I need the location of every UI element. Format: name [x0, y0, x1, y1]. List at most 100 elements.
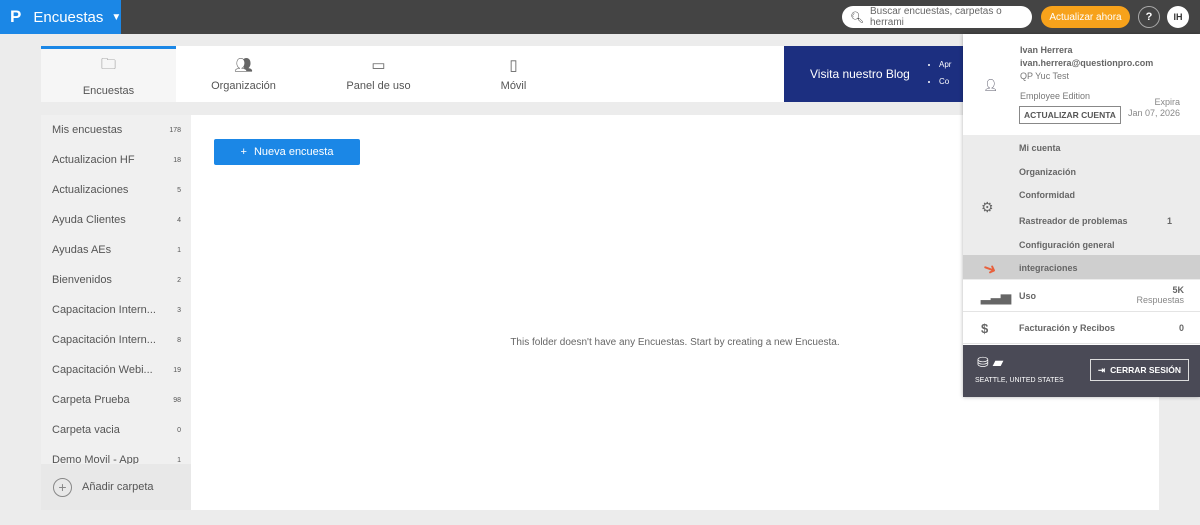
gears-icon: ⚙: [981, 199, 994, 215]
logout-label: CERRAR SESIÓN: [1110, 365, 1181, 375]
blog-banner[interactable]: Visita nuestro Blog Apr Co: [784, 46, 964, 102]
sidebar-folder-item[interactable]: Ayuda Clientes 4: [41, 205, 191, 235]
expiry-date: Jan 07, 2026: [1127, 108, 1180, 118]
account-dropdown: 👤︎ Ivan Herrera ivan.herrera@questionpro…: [963, 34, 1200, 397]
sidebar-folder-item[interactable]: Actualizacion HF 18: [41, 145, 191, 175]
folder-sidebar: Mis encuestas 178 Actualizacion HF 18 Actual…: [41, 115, 191, 510]
sidebar-folder-item[interactable]: Carpeta Prueba 98: [41, 385, 191, 415]
tab-organizacion[interactable]: 👥︎ Organización: [176, 46, 311, 102]
folder-count: 3: [177, 306, 181, 314]
folder-count: 18: [173, 156, 181, 164]
search-icon: 🔍︎: [850, 11, 864, 24]
tab-label: Encuestas: [82, 85, 135, 97]
logo: P: [10, 7, 22, 26]
folder-count: 2: [177, 276, 181, 284]
menu-item-setting[interactable]: Conformidad: [1019, 190, 1189, 200]
folder-count: 4: [177, 216, 181, 224]
blog-title: Visita nuestro Blog: [810, 67, 910, 81]
sidebar-folder-item[interactable]: Capacitación Webi... 19: [41, 355, 191, 385]
setting-count: 1: [1166, 216, 1172, 226]
folder-label: Actualizacion HF: [52, 154, 135, 166]
sidebar-folder-item[interactable]: Bienvenidos 2: [41, 265, 191, 295]
logout-button[interactable]: ⇥ CERRAR SESIÓN: [1090, 359, 1189, 381]
edition: Employee Edition: [1020, 91, 1091, 101]
folder-label: Carpeta vacia: [52, 424, 120, 436]
folder-count: 5: [177, 186, 181, 194]
signal-bars-icon: ▂▃▅: [981, 289, 1011, 304]
tab-label: Panel de uso: [346, 80, 411, 92]
setting-label: Organización: [1019, 167, 1077, 177]
add-folder-label: Añadir carpeta: [82, 481, 154, 493]
user-email: ivan.herrera@questionpro.com: [1020, 58, 1154, 68]
menu-item-setting[interactable]: Configuración general: [1019, 240, 1189, 250]
sidebar-folder-item[interactable]: Actualizaciones 5: [41, 175, 191, 205]
menu-item-setting[interactable]: Rastreador de problemas 1: [1019, 216, 1189, 226]
user-name: Ivan Herrera: [1020, 45, 1073, 55]
menu-item-setting[interactable]: Mi cuenta: [1019, 143, 1189, 153]
help-button[interactable]: ?: [1138, 6, 1160, 28]
folder-count: 98: [173, 396, 181, 404]
setting-label: Rastreador de problemas: [1019, 216, 1128, 226]
menu-item-facturacion[interactable]: $ Facturación y Recibos 0: [963, 312, 1200, 344]
dollar-icon: $: [981, 321, 989, 336]
folder-count: 1: [177, 246, 181, 254]
folder-label: Mis encuestas: [52, 124, 123, 136]
menu-item-setting[interactable]: Organización: [1019, 167, 1189, 177]
folder-count: 8: [177, 336, 181, 344]
app-switcher[interactable]: P Encuestas ▼: [0, 0, 121, 34]
setting-label: Mi cuenta: [1019, 143, 1061, 153]
folder-label: Ayuda Clientes: [52, 214, 126, 226]
add-user-icon: 👥︎: [233, 57, 254, 74]
folder-label: Capacitacion Intern...: [52, 304, 156, 316]
folder-label: Capacitación Intern...: [52, 334, 156, 346]
tab-panel-de-uso[interactable]: ▭ Panel de uso: [311, 46, 446, 102]
plus-circle-icon: +: [53, 477, 72, 497]
expiry-label: Expira: [1154, 97, 1180, 107]
tab-label: Móvil: [500, 80, 527, 92]
tab-bar: 🗀 Encuestas 👥︎ Organización ▭ Panel de uso …: [41, 46, 784, 102]
sidebar-folder-item[interactable]: Mis encuestas 178: [41, 115, 191, 145]
sidebar-folder-item[interactable]: Carpeta vacia 0: [41, 415, 191, 445]
upgrade-account-button[interactable]: ACTUALIZAR CUENTA: [1019, 106, 1121, 124]
org-name: QP Yuc Test: [1020, 71, 1070, 81]
tab-movil[interactable]: ▯ Móvil: [446, 46, 581, 102]
folder-label: Ayudas AEs: [52, 244, 112, 256]
folder-count: 0: [177, 426, 181, 434]
setting-label: Configuración general: [1019, 240, 1115, 250]
search-placeholder: Buscar encuestas, carpetas o herrami: [869, 6, 1002, 28]
sidebar-folder-item[interactable]: Capacitacion Intern... 3: [41, 295, 191, 325]
upgrade-button[interactable]: Actualizar ahora: [1041, 6, 1130, 28]
avatar[interactable]: IH: [1167, 6, 1189, 28]
blog-bullet: Apr: [939, 60, 951, 69]
folder-count: 178: [169, 126, 181, 134]
location: SEATTLE, UNITED STATES: [975, 377, 1064, 384]
billing-value: 0: [1178, 323, 1184, 333]
folder-label: Carpeta Prueba: [52, 394, 130, 406]
blog-bullet: Co: [939, 77, 951, 86]
usage-label: Uso: [1019, 291, 1037, 301]
monitor-icon: ▭: [371, 57, 386, 74]
folder-label: Actualizaciones: [52, 184, 129, 196]
sidebar-folder-item[interactable]: Ayudas AEs 1: [41, 235, 191, 265]
folder-label: Bienvenidos: [52, 274, 112, 286]
mobile-icon: ▯: [509, 57, 518, 74]
new-survey-button[interactable]: + Nueva encuesta: [214, 139, 360, 165]
usage-unit: Respuestas: [1136, 295, 1184, 305]
menu-item-uso[interactable]: ▂▃▅ Uso 5K Respuestas: [963, 280, 1200, 312]
setting-label: Conformidad: [1019, 190, 1075, 200]
folder-count: 1: [177, 456, 181, 464]
top-bar: P Encuestas ▼ 🔍︎ Buscar encuestas, carpetas…: [0, 0, 1200, 34]
add-folder-button[interactable]: + Añadir carpeta: [41, 464, 191, 510]
sidebar-folder-item[interactable]: Capacitación Intern... 8: [41, 325, 191, 355]
folder-label: Capacitación Webi...: [52, 364, 153, 376]
user-icon: 👤︎: [983, 78, 999, 92]
billing-label: Facturación y Recibos: [1019, 323, 1116, 333]
settings-section: ⚙ ➜ Mi cuenta Organización Conformidad Rast…: [963, 135, 1200, 280]
plus-icon: +: [240, 146, 247, 158]
database-map-icon: ⛁ ▰: [977, 354, 1004, 370]
tab-label: Organización: [211, 80, 276, 92]
menu-item-setting[interactable]: integraciones: [1019, 263, 1189, 273]
tab-encuestas[interactable]: 🗀 Encuestas: [41, 46, 176, 102]
search-input[interactable]: 🔍︎ Buscar encuestas, carpetas o herrami: [842, 6, 1032, 28]
usage-value: 5K: [1172, 285, 1184, 295]
